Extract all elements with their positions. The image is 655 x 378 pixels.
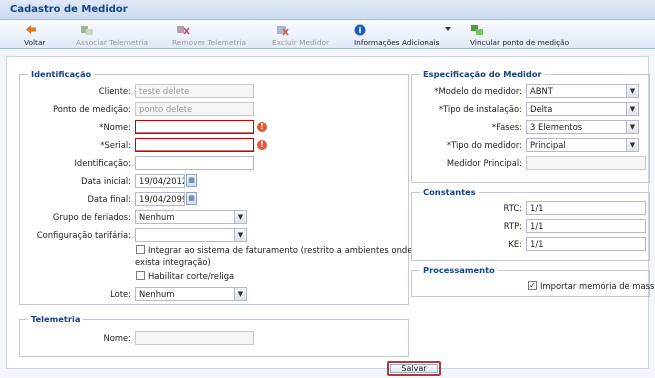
configuracao-tarifaria-select[interactable]: ▼ <box>135 228 247 242</box>
ponto-medicao-label: Ponto de medição: <box>52 104 131 114</box>
associar-telemetria-button[interactable]: Associar Telemetria <box>76 23 148 47</box>
habilitar-corte-label: Habilitar corte/religa <box>148 271 235 281</box>
cliente-label: Cliente: <box>98 86 131 96</box>
integrar-checkbox[interactable] <box>136 245 145 254</box>
rtc-input[interactable]: 1/1 <box>526 201 646 215</box>
telemetria-nome-label: Nome: <box>103 333 131 343</box>
importar-memoria-checkbox[interactable]: ✓ <box>528 281 537 290</box>
nome-label: *Nome: <box>99 122 131 132</box>
integrar-label-line1: Integrar ao sistema de faturamento (rest… <box>148 245 413 255</box>
data-final-label: Data final: <box>87 194 131 204</box>
rtp-input[interactable]: 1/1 <box>526 219 646 233</box>
data-inicial-label: Data inicial: <box>81 176 131 186</box>
delete-meter-icon <box>277 26 289 36</box>
chevron-down-icon: ▼ <box>626 85 638 97</box>
fases-select[interactable]: 3 Elementos ▼ <box>526 120 639 134</box>
ke-input[interactable]: 1/1 <box>526 237 646 251</box>
lote-label: Lote: <box>110 289 131 299</box>
fases-label: *Fases: <box>491 122 522 132</box>
remover-telemetria-button[interactable]: Remover Telemetria <box>172 23 246 47</box>
calendar-icon[interactable]: ▦ <box>186 174 197 187</box>
identificacao-legend: Identificação <box>31 69 92 79</box>
svg-text:i: i <box>359 26 362 35</box>
link-telemetry-icon <box>81 26 93 35</box>
tipo-medidor-label: *Tipo do medidor: <box>446 140 522 150</box>
serial-error-icon: ! <box>257 140 267 150</box>
modelo-medidor-select[interactable]: ABNT ▼ <box>526 84 639 98</box>
info-icon: i <box>354 24 366 36</box>
data-final-input[interactable]: 19/04/2099 <box>135 192 185 206</box>
ke-label: KE: <box>508 239 522 249</box>
save-button-highlight: Salvar <box>387 361 441 376</box>
modelo-medidor-label: *Modelo do medidor: <box>434 86 522 96</box>
rtc-label: RTC: <box>503 203 522 213</box>
tipo-instalacao-select[interactable]: Delta ▼ <box>526 102 639 116</box>
rtp-label: RTP: <box>503 221 522 231</box>
identificacao-input[interactable] <box>135 156 254 170</box>
serial-input[interactable] <box>135 138 254 152</box>
nome-input[interactable] <box>135 120 254 134</box>
medidor-principal-label: Medidor Principal: <box>446 158 522 168</box>
medidor-principal-field[interactable] <box>526 156 646 170</box>
processamento-legend: Processamento <box>423 265 495 275</box>
grupo-feriados-label: Grupo de feriados: <box>52 212 131 222</box>
toolbar: Voltar Associar Telemetria Remover Telem… <box>0 20 655 49</box>
cliente-field[interactable]: teste delete <box>135 84 254 98</box>
form-panel: Identificação Cliente: teste delete Pont… <box>6 56 655 369</box>
chevron-down-icon: ▼ <box>234 229 246 241</box>
chevron-down-icon: ▼ <box>626 139 638 151</box>
link-point-icon <box>471 25 483 35</box>
back-arrow-icon <box>26 25 36 34</box>
configuracao-tarifaria-label: Configuração tarifária: <box>36 230 131 240</box>
grupo-feriados-select[interactable]: Nenhum ▼ <box>135 210 247 224</box>
importar-memoria-label: Importar memória de massa <box>540 281 655 291</box>
title-bar: Cadastro de Medidor <box>0 0 655 20</box>
telemetria-nome-field[interactable] <box>135 331 254 345</box>
telemetria-legend: Telemetria <box>31 314 81 324</box>
informacoes-adicionais-button[interactable]: i Informações Adicionais <box>354 23 450 47</box>
integrar-label-line2: exista integração) <box>135 257 211 267</box>
window-title: Cadastro de Medidor <box>10 4 128 15</box>
calendar-icon[interactable]: ▦ <box>186 192 197 205</box>
lote-select[interactable]: Nenhum ▼ <box>135 287 247 301</box>
tipo-instalacao-label: *Tipo de instalação: <box>438 104 522 114</box>
excluir-medidor-button[interactable]: Excluir Medidor <box>272 23 329 47</box>
remove-telemetry-icon <box>177 26 190 35</box>
chevron-down-icon: ▼ <box>234 288 246 300</box>
identificacao-field-label: Identificação: <box>74 158 131 168</box>
especificacao-legend: Especificação do Medidor <box>423 69 542 79</box>
constantes-legend: Constantes <box>423 187 476 197</box>
chevron-down-icon: ▼ <box>626 121 638 133</box>
serial-label: *Serial: <box>100 140 131 150</box>
data-inicial-input[interactable]: 19/04/2012 <box>135 174 185 188</box>
window: Cadastro de Medidor Voltar Associar Tele… <box>0 0 655 378</box>
info-dropdown-arrow-icon[interactable] <box>444 23 452 47</box>
chevron-down-icon: ▼ <box>626 103 638 115</box>
chevron-down-icon: ▼ <box>234 211 246 223</box>
nome-error-icon: ! <box>257 122 267 132</box>
form-content: Identificação Cliente: teste delete Pont… <box>0 50 655 378</box>
voltar-button[interactable]: Voltar <box>24 23 54 47</box>
ponto-medicao-field[interactable]: ponto delete <box>135 102 254 116</box>
tipo-medidor-select[interactable]: Principal ▼ <box>526 138 639 152</box>
habilitar-corte-checkbox[interactable] <box>136 271 145 280</box>
save-button[interactable]: Salvar <box>390 364 438 373</box>
vincular-ponto-button[interactable]: Vincular ponto de medição <box>470 23 570 47</box>
